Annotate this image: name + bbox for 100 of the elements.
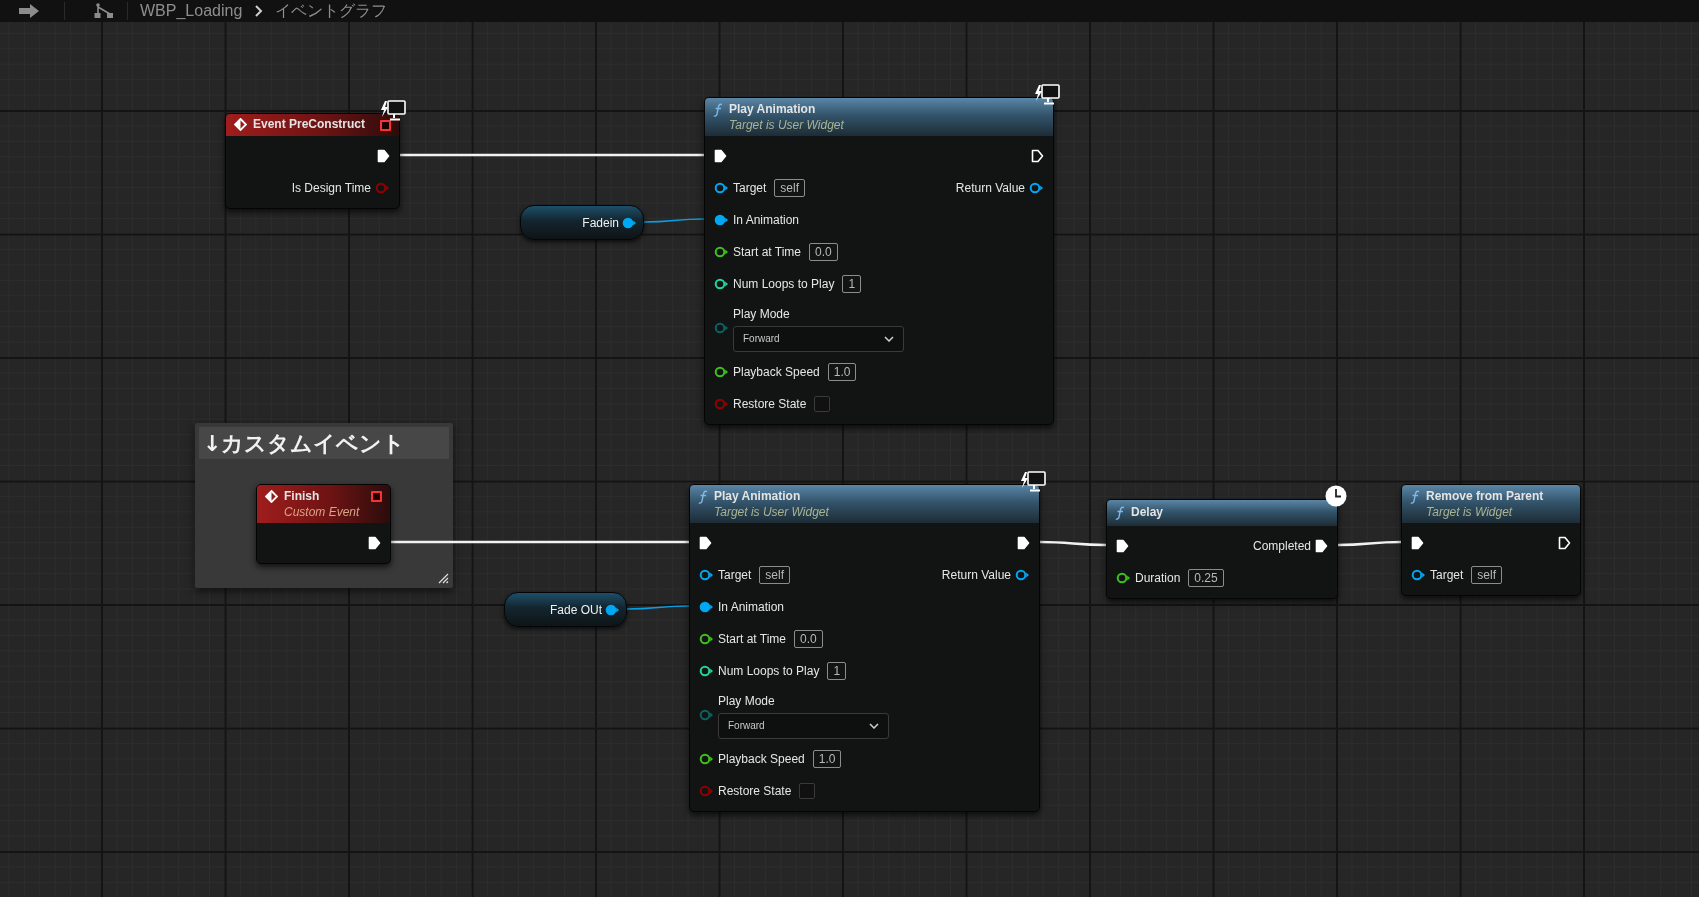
pin-label: Play Mode: [733, 305, 791, 323]
data-pin-icon[interactable]: [714, 246, 729, 258]
node-title: Remove from Parent: [1426, 488, 1544, 504]
resize-grip-icon[interactable]: [437, 572, 449, 584]
pin-label: Target: [733, 180, 767, 197]
exec-pin-icon[interactable]: [1411, 536, 1424, 550]
pin-label: Restore State: [733, 396, 807, 413]
node-title: Event PreConstruct: [253, 116, 366, 132]
pin-label: Playback Speed: [733, 364, 820, 381]
graph-icon: [93, 3, 115, 19]
exec-pin-icon[interactable]: [1558, 536, 1571, 550]
value-field[interactable]: 0.0: [794, 630, 823, 648]
value-field[interactable]: self: [1471, 566, 1503, 584]
node-subtitle: Target is User Widget: [729, 117, 844, 133]
data-pin-icon[interactable]: [699, 601, 714, 613]
play-mode-dropdown[interactable]: Forward: [718, 712, 889, 739]
value-field[interactable]: 0.25: [1188, 569, 1224, 587]
pin-label: Restore State: [718, 783, 792, 800]
node-title: Delay: [1131, 504, 1164, 520]
function-icon: [1115, 506, 1125, 520]
data-pin-icon[interactable]: [714, 366, 729, 378]
graph-name[interactable]: イベントグラフ: [275, 0, 388, 23]
event-node[interactable]: Finish Custom Event: [256, 484, 391, 564]
event-node[interactable]: Event PreConstruct Is Design Time: [225, 113, 400, 209]
chevron-down-icon: [884, 335, 894, 342]
comment-title: ↓カスタムイベント: [203, 429, 406, 458]
function-node[interactable]: Remove from Parent Target is Widget Target self: [1401, 484, 1581, 596]
pin-label: Return Value: [955, 180, 1025, 197]
pin-label: In Animation: [733, 212, 800, 229]
pin-label: Return Value: [941, 567, 1011, 584]
pin-label: Num Loops to Play: [718, 663, 820, 680]
function-icon: [698, 490, 708, 504]
exec-pin-icon[interactable]: [368, 536, 381, 550]
value-field[interactable]: 0.0: [809, 243, 838, 261]
checkbox[interactable]: [814, 396, 831, 412]
function-icon: [1410, 490, 1420, 504]
event-diamond-icon: [265, 490, 278, 503]
data-pin-icon[interactable]: [714, 278, 729, 290]
exec-pin-icon[interactable]: [377, 149, 390, 163]
function-node[interactable]: Play Animation Target is User Widget Target self Return Value In Animation Start at Time 0.0 Num Loops to Play 1 Play Mode Forward Playback Speed 1.0 Restore State: [704, 97, 1054, 425]
pin-label: Target: [1430, 567, 1464, 584]
node-subtitle: Target is Widget: [1426, 504, 1514, 520]
pin-label: Duration: [1135, 570, 1181, 587]
delegate-pin-icon[interactable]: [380, 120, 391, 131]
data-pin-icon[interactable]: [699, 633, 714, 645]
data-pin-icon[interactable]: [699, 569, 714, 581]
value-field[interactable]: self: [774, 179, 806, 197]
node-title: Play Animation: [714, 488, 802, 504]
function-icon: [713, 103, 723, 117]
node-subtitle: Custom Event: [284, 504, 360, 520]
function-node[interactable]: Play Animation Target is User Widget Target self Return Value In Animation Start at Time 0.0 Num Loops to Play 1 Play Mode Forward Playback Speed 1.0 Restore State: [689, 484, 1040, 812]
pin-label: Completed: [1252, 538, 1311, 555]
data-pin-icon[interactable]: [714, 182, 729, 194]
node-title: Play Animation: [729, 101, 817, 117]
function-node[interactable]: Delay Completed Duration 0.25: [1106, 499, 1338, 599]
play-mode-dropdown[interactable]: Forward: [733, 325, 904, 352]
asset-name[interactable]: WBP_Loading: [140, 0, 243, 23]
exec-pin-icon[interactable]: [699, 536, 712, 550]
data-wire: [643, 218, 705, 223]
node-title: Finish: [284, 488, 321, 504]
checkbox[interactable]: [799, 783, 816, 799]
value-field[interactable]: self: [759, 566, 791, 584]
exec-pin-icon[interactable]: [1315, 539, 1328, 553]
exec-wire: [1040, 540, 1106, 547]
pin-label: Start at Time: [718, 631, 787, 648]
exec-pin-icon[interactable]: [1116, 539, 1129, 553]
value-field[interactable]: 1.0: [827, 363, 857, 381]
data-pin-icon[interactable]: [605, 603, 620, 616]
data-pin-icon[interactable]: [699, 665, 714, 677]
data-pin-icon[interactable]: [714, 214, 729, 226]
data-wire: [626, 605, 690, 610]
pin-label: Target: [718, 567, 752, 584]
chevron-down-icon: [869, 722, 879, 729]
forward-arrow-icon[interactable]: [18, 4, 40, 18]
delegate-pin-icon[interactable]: [371, 491, 382, 502]
variable-name: Fadein: [582, 214, 619, 232]
exec-wire: [1338, 540, 1401, 547]
data-pin-icon[interactable]: [1116, 572, 1131, 584]
pin-label: Num Loops to Play: [733, 276, 835, 293]
variable-node[interactable]: Fadein: [520, 205, 644, 240]
variable-name: Fade OUt: [549, 601, 602, 619]
data-pin-icon[interactable]: [1015, 569, 1030, 581]
node-subtitle: Target is User Widget: [714, 504, 829, 520]
pin-label: In Animation: [718, 599, 785, 616]
pin-label: Playback Speed: [718, 751, 805, 768]
data-pin-icon[interactable]: [1029, 182, 1044, 194]
event-diamond-icon: [234, 118, 247, 131]
variable-node[interactable]: Fade OUt: [504, 592, 627, 627]
exec-pin-icon[interactable]: [1031, 149, 1044, 163]
exec-pin-icon[interactable]: [714, 149, 727, 163]
data-pin-icon[interactable]: [622, 216, 637, 229]
value-field[interactable]: 1: [827, 662, 847, 680]
pin-label: Is Design Time: [291, 180, 371, 197]
value-field[interactable]: 1: [842, 275, 862, 293]
exec-pin-icon[interactable]: [1017, 536, 1030, 550]
value-field[interactable]: 1.0: [812, 750, 842, 768]
pin-label: Start at Time: [733, 244, 802, 261]
chevron-right-icon: [254, 5, 264, 17]
data-pin-icon[interactable]: [699, 753, 714, 765]
data-pin-icon[interactable]: [1411, 569, 1426, 581]
